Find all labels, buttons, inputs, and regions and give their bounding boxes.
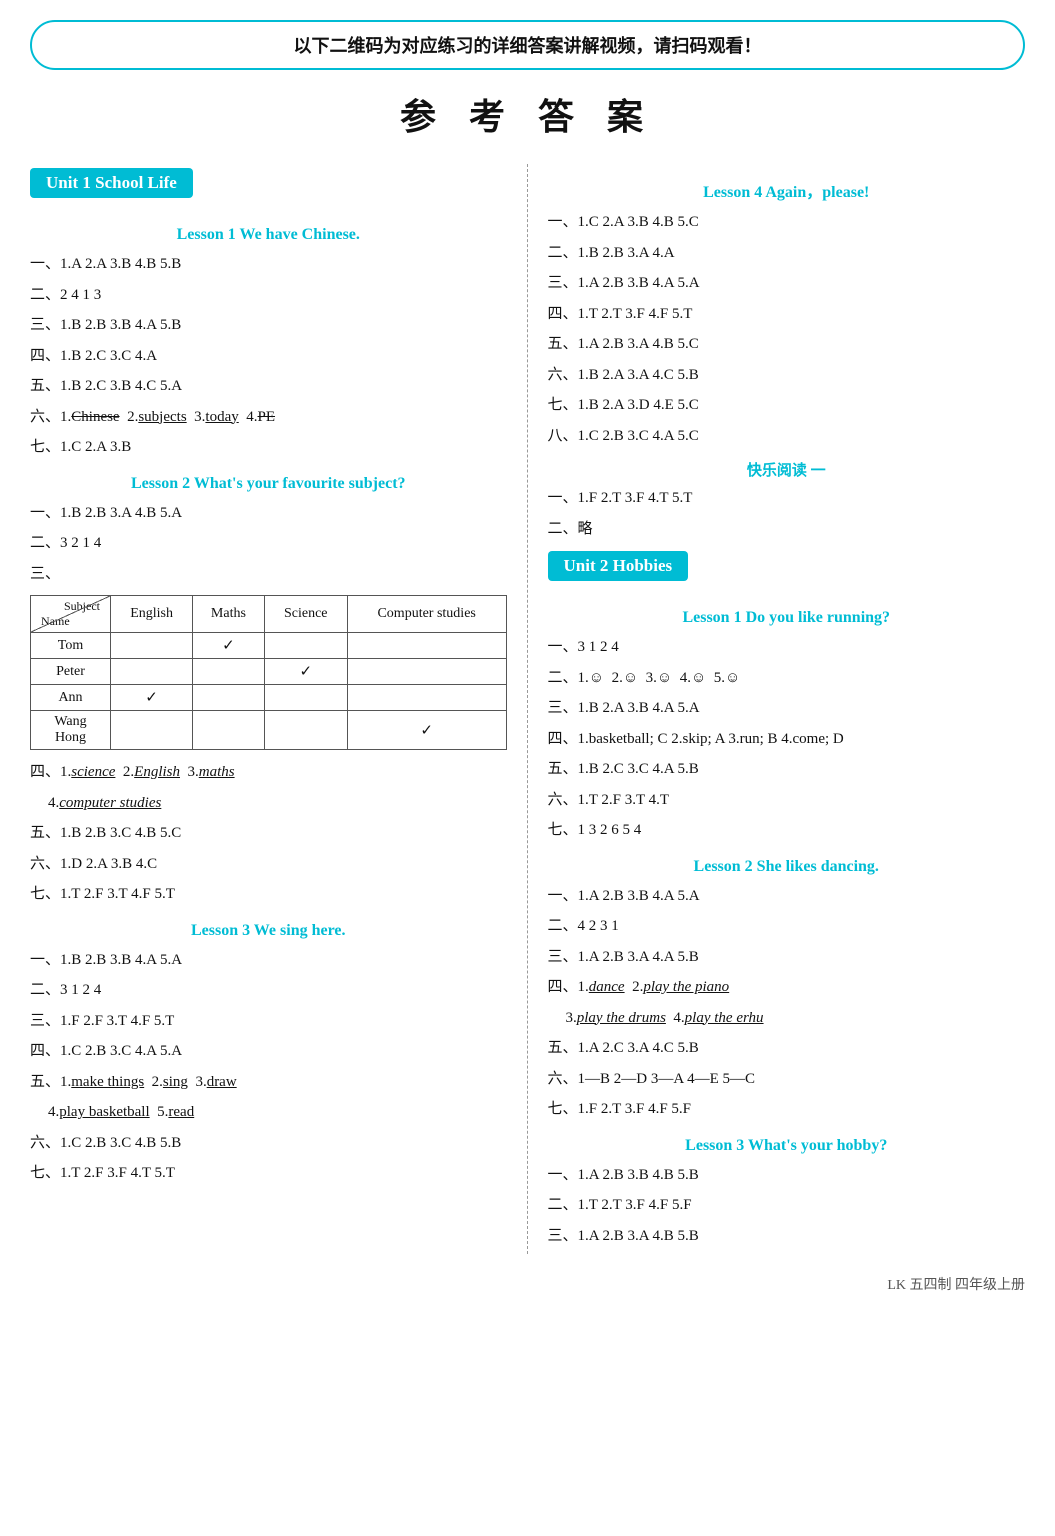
main-title: 参 考 答 案 [30,88,1025,140]
answer-row: 七、1.T 2.F 3.F 4.T 5.T [30,1161,507,1187]
footer: LK 五四制 四年级上册 [30,1274,1025,1294]
answer-row: 六、1.T 2.F 3.T 4.T [548,788,1026,814]
answer-row: 五、1.B 2.B 3.C 4.B 5.C [30,821,507,847]
kuaile-answers: 一、1.F 2.T 3.F 4.T 5.T 二、略 [548,486,1026,542]
answer-row: 五、1.A 2.C 3.A 4.C 5.B [548,1036,1026,1062]
answer-row: 四、1.C 2.B 3.C 4.A 5.A [30,1039,507,1065]
answer-row: 七、1 3 2 6 5 4 [548,818,1026,844]
lesson3-title: Lesson 3 We sing here. [30,922,507,940]
answer-row: 五、1.A 2.B 3.A 4.B 5.C [548,332,1026,358]
answer-row: 四、1.B 2.C 3.C 4.A [30,344,507,370]
answer-row: 三、1.B 2.A 3.B 4.A 5.A [548,696,1026,722]
answer-row: 二、3 1 2 4 [30,978,507,1004]
answer-row: 三、1.A 2.B 3.B 4.A 5.A [548,271,1026,297]
lesson4-answers: 一、1.C 2.A 3.B 4.B 5.C 二、1.B 2.B 3.A 4.A … [548,210,1026,449]
answer-row: 六、1.C 2.B 3.C 4.B 5.B [30,1131,507,1157]
lesson1-title: Lesson 1 We have Chinese. [30,226,507,244]
answer-row: 八、1.C 2.B 3.C 4.A 5.C [548,424,1026,450]
answer-row: 四、1.basketball; C 2.skip; A 3.run; B 4.c… [548,727,1026,753]
answer-row: 二、1.T 2.T 3.F 4.F 5.F [548,1193,1026,1219]
answer-row: 三、1.B 2.B 3.B 4.A 5.B [30,313,507,339]
answer-row: 六、1.B 2.A 3.A 4.C 5.B [548,363,1026,389]
r-lesson2-title: Lesson 2 She likes dancing. [548,858,1026,876]
answer-row: 七、1.B 2.A 3.D 4.E 5.C [548,393,1026,419]
answer-row-6: 六、1.Chinese 2.subjects 3.today 4.PE [30,405,507,431]
answer-row: 二、3 2 1 4 [30,531,507,557]
answer-row: 一、1.A 2.B 3.B 4.B 5.B [548,1163,1026,1189]
answer-row: 四、1.T 2.T 3.F 4.F 5.T [548,302,1026,328]
kuaile-label: 快乐阅读 一 [548,459,1026,480]
r-lesson2-answers: 一、1.A 2.B 3.B 4.A 5.A 二、4 2 3 1 三、1.A 2.… [548,884,1026,1123]
answer-row: 二、略 [548,517,1026,543]
left-column: Unit 1 School Life Lesson 1 We have Chin… [30,164,528,1254]
answer-row-5: 五、1.make things 2.sing 3.draw [30,1070,507,1096]
answer-row: 一、1.B 2.B 3.B 4.A 5.A [30,948,507,974]
lesson3-answers: 一、1.B 2.B 3.B 4.A 5.A 二、3 1 2 4 三、1.F 2.… [30,948,507,1187]
table-row: Ann ✓ [31,685,507,711]
r-lesson3-title: Lesson 3 What's your hobby? [548,1137,1026,1155]
answer-row: 一、1.F 2.T 3.F 4.T 5.T [548,486,1026,512]
answer-row: 七、1.C 2.A 3.B [30,435,507,461]
table-row: Tom ✓ [31,633,507,659]
answer-row: 五、1.B 2.C 3.C 4.A 5.B [548,757,1026,783]
answer-row: 一、3 1 2 4 [548,635,1026,661]
answer-row: 七、1.F 2.T 3.F 4.F 5.F [548,1097,1026,1123]
table-row: Wang Hong ✓ [31,711,507,750]
answer-row-faces: 二、1.☺ 2.☺ 3.☺ 4.☺ 5.☺ [548,666,1026,692]
lesson1-answers: 一、1.A 2.A 3.B 4.B 5.B 二、2 4 1 3 三、1.B 2.… [30,252,507,461]
answer-row-4b: 4.computer studies [48,791,507,817]
lesson2-title: Lesson 2 What's your favourite subject? [30,475,507,493]
right-column: Lesson 4 Again，please! 一、1.C 2.A 3.B 4.B… [528,164,1026,1254]
table-row: Peter ✓ [31,659,507,685]
lesson4-title: Lesson 4 Again，please! [548,178,1026,202]
answer-row: 一、1.C 2.A 3.B 4.B 5.C [548,210,1026,236]
unit1-header: Unit 1 School Life [30,168,193,198]
answer-row: 三、1.F 2.F 3.T 4.F 5.T [30,1009,507,1035]
r-lesson3-answers: 一、1.A 2.B 3.B 4.B 5.B 二、1.T 2.T 3.F 4.F … [548,1163,1026,1250]
subject-table: Subject Name English Maths Science Compu… [30,595,507,750]
answer-row-4b: 3.play the drums 4.play the erhu [566,1006,1026,1032]
r-lesson1-title: Lesson 1 Do you like running? [548,609,1026,627]
answer-row: 六、1.D 2.A 3.B 4.C [30,852,507,878]
answer-row-4: 四、1.dance 2.play the piano [548,975,1026,1001]
answer-row-4: 四、1.science 2.English 3.maths [30,760,507,786]
r-lesson1-answers: 一、3 1 2 4 二、1.☺ 2.☺ 3.☺ 4.☺ 5.☺ 三、1.B 2.… [548,635,1026,844]
answer-row: 一、1.B 2.B 3.A 4.B 5.A [30,501,507,527]
answer-row: 一、1.A 2.B 3.B 4.A 5.A [548,884,1026,910]
answer-row: 三、1.A 2.B 3.A 4.B 5.B [548,1224,1026,1250]
lesson2-answers: 一、1.B 2.B 3.A 4.B 5.A 二、3 2 1 4 三、 Subje… [30,501,507,908]
unit2-header: Unit 2 Hobbies [548,551,689,581]
answer-row-5b: 4.play basketball 5.read [48,1100,507,1126]
answer-row: 一、1.A 2.A 3.B 4.B 5.B [30,252,507,278]
answer-row: 三、 [30,562,507,588]
answer-row: 六、1—B 2—D 3—A 4—E 5—C [548,1067,1026,1093]
answer-row: 二、2 4 1 3 [30,283,507,309]
answer-row: 三、1.A 2.B 3.A 4.A 5.B [548,945,1026,971]
answer-row: 二、4 2 3 1 [548,914,1026,940]
answer-row: 二、1.B 2.B 3.A 4.A [548,241,1026,267]
answer-row: 五、1.B 2.C 3.B 4.C 5.A [30,374,507,400]
answer-row: 七、1.T 2.F 3.T 4.F 5.T [30,882,507,908]
top-banner: 以下二维码为对应练习的详细答案讲解视频，请扫码观看！ [30,20,1025,70]
